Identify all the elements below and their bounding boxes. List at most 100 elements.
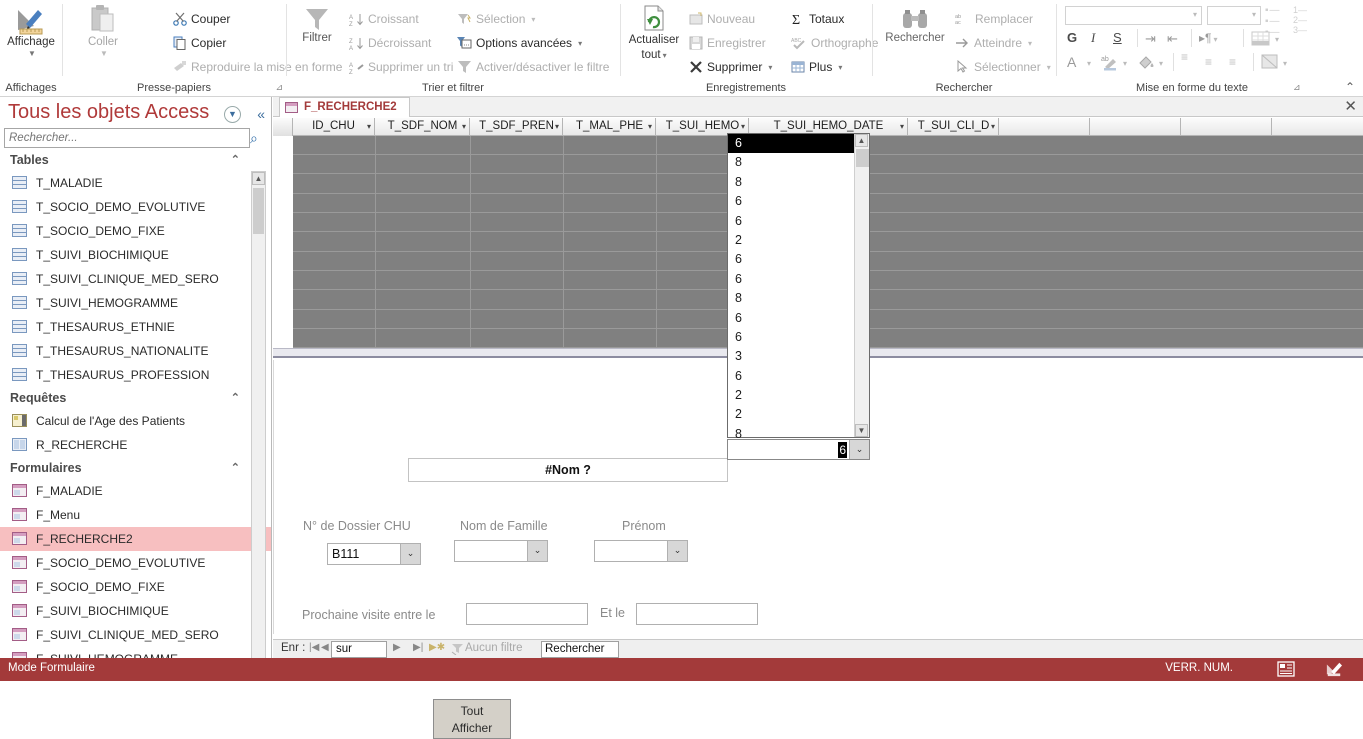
gridlines-icon[interactable] (1251, 31, 1271, 47)
dropdown-item[interactable]: 6 (728, 250, 856, 269)
chevron-down-icon[interactable]: ▾ (1123, 59, 1127, 68)
next-record-button[interactable]: ▶ (393, 642, 401, 653)
nav-item-f-recherche2[interactable]: F_RECHERCHE2 (0, 527, 271, 551)
bold-button[interactable]: G (1067, 30, 1077, 45)
chevron-down-icon[interactable]: ▾ (900, 118, 904, 135)
combo-dropdown-list[interactable]: 6886626686636228 ▲ ▼ (727, 133, 870, 441)
nav-item-f-socio-demo-fixe[interactable]: F_SOCIO_DEMO_FIXE (0, 575, 271, 599)
datasheet-column-header-t_sdf_nom[interactable]: T_SDF_NOM ▾ (376, 118, 470, 136)
collapse-navigation-pane-button[interactable]: « (257, 106, 265, 122)
chevron-down-icon[interactable]: ▾ (991, 118, 995, 135)
chevron-down-icon[interactable]: ▾ (578, 39, 582, 48)
combo-nom-famille[interactable]: ⌄ (454, 540, 548, 562)
nav-item-t-thesaurus-ethnie[interactable]: T_THESAURUS_ETHNIE (0, 315, 271, 339)
chevron-down-icon[interactable]: ▾ (555, 118, 559, 135)
nav-item-calcul-de-l-age-des-patients[interactable]: Calcul de l'Age des Patients (0, 409, 271, 433)
document-tab-f-recherche2[interactable]: F_RECHERCHE2 (279, 97, 410, 117)
increase-indent-icon[interactable]: ⇥ (1145, 31, 1156, 47)
nav-item-t-thesaurus-nationalite[interactable]: T_THESAURUS_NATIONALITE (0, 339, 271, 363)
chevron-down-icon[interactable]: ⌄ (667, 541, 687, 561)
filter-button[interactable]: Filtrer (287, 6, 347, 45)
totals-button[interactable]: Σ Totaux (791, 10, 844, 28)
nav-item-f-maladie[interactable]: F_MALADIE (0, 479, 271, 503)
nav-item-t-socio-demo-fixe[interactable]: T_SOCIO_DEMO_FIXE (0, 219, 271, 243)
chevron-down-icon[interactable]: ⌄ (849, 440, 869, 459)
text-direction-icon[interactable]: ▸¶ ▾ (1199, 31, 1217, 45)
dropdown-item[interactable]: 6 (728, 309, 856, 328)
record-number-input[interactable]: sur (331, 641, 387, 658)
clipboard-dialog-launcher[interactable]: ⊿ (275, 82, 283, 93)
replace-button[interactable]: ab ac Remplacer (955, 10, 1033, 28)
scroll-down-arrow[interactable]: ▼ (855, 424, 868, 437)
nav-group-header-tables[interactable]: Tables ⌃ (0, 149, 271, 171)
align-left-icon[interactable]: ≡ (1181, 51, 1188, 63)
toggle-filter-button[interactable]: Activer/désactiver le filtre (457, 58, 609, 76)
dropdown-item[interactable]: 2 (728, 405, 856, 424)
dropdown-item[interactable]: 6 (728, 192, 856, 211)
chevron-up-icon[interactable]: ⌃ (231, 387, 240, 409)
dropdown-item[interactable]: 6 (728, 367, 856, 386)
copy-button[interactable]: Copier (173, 34, 226, 52)
chevron-down-icon[interactable]: ▾ (648, 118, 652, 135)
sort-ascending-button[interactable]: A Z Croissant (349, 10, 419, 28)
dropdown-item[interactable]: 6 (728, 134, 856, 154)
chevron-down-icon[interactable]: ▾ (663, 51, 667, 60)
nav-item-t-suivi-clinique-med-sero[interactable]: T_SUIVI_CLINIQUE_MED_SERO (0, 267, 271, 291)
nav-item-f-menu[interactable]: F_Menu (0, 503, 271, 527)
chevron-down-icon[interactable]: ▾ (838, 63, 842, 72)
navigation-search-input[interactable] (4, 128, 250, 148)
datasheet-column-header-id_chu[interactable]: ID_CHU ▾ (293, 118, 375, 136)
close-icon[interactable]: ✕ (1344, 99, 1357, 114)
chevron-up-icon[interactable]: ⌃ (231, 149, 240, 171)
chevron-down-icon[interactable]: ▾ (1159, 59, 1163, 68)
nav-item-t-suivi-hemogramme[interactable]: T_SUIVI_HEMOGRAMME (0, 291, 271, 315)
nav-item-f-socio-demo-evolutive[interactable]: F_SOCIO_DEMO_EVOLUTIVE (0, 551, 271, 575)
datasheet-column-header-t_sdf_pren[interactable]: T_SDF_PREN ▾ (471, 118, 563, 136)
dropdown-item[interactable]: 2 (728, 386, 856, 405)
cut-button[interactable]: Couper (173, 10, 230, 28)
scroll-up-arrow[interactable]: ▲ (855, 134, 868, 147)
scrollbar-thumb[interactable] (856, 149, 869, 167)
combo-dossier-chu[interactable]: B111 ⌄ (327, 543, 421, 565)
numbered-list-icon[interactable]: 1— 2— 3— (1293, 5, 1307, 35)
dropdown-scrollbar[interactable]: ▲ ▼ (854, 134, 869, 437)
dropdown-item[interactable]: 6 (728, 270, 856, 289)
font-size-select[interactable]: ▾ (1207, 6, 1261, 25)
input-date-end[interactable] (636, 603, 758, 625)
chevron-down-icon[interactable]: ▾ (1283, 59, 1287, 68)
chevron-down-icon[interactable]: ▾ (367, 118, 371, 135)
dropdown-item[interactable]: 8 (728, 289, 856, 308)
goto-button[interactable]: Atteindre ▾ (955, 34, 1032, 52)
nav-item-t-suivi-biochimique[interactable]: T_SUIVI_BIOCHIMIQUE (0, 243, 271, 267)
refresh-all-button[interactable]: Actualiser tout ▾ (621, 4, 687, 62)
collapse-ribbon-button[interactable]: ⌃ (1345, 80, 1355, 94)
nav-group-header-formulaires[interactable]: Formulaires ⌃ (0, 457, 271, 479)
nav-item-r-recherche[interactable]: R_RECHERCHE (0, 433, 271, 457)
dropdown-item[interactable]: 6 (728, 328, 856, 347)
sort-descending-button[interactable]: Z A Décroissant (349, 34, 431, 52)
dropdown-item[interactable]: 6 (728, 212, 856, 231)
underline-button[interactable]: S (1113, 30, 1122, 45)
dropdown-item[interactable]: 3 (728, 347, 856, 366)
dropdown-item[interactable]: 8 (728, 153, 856, 172)
combo-hemogramme-input[interactable]: 6 ⌄ (727, 439, 870, 460)
scrollbar-thumb[interactable] (253, 188, 264, 234)
fill-color-icon[interactable] (1137, 53, 1155, 71)
chevron-down-icon[interactable]: ▾ (1087, 59, 1091, 68)
paste-button[interactable]: Coller ▼ (68, 4, 138, 58)
chevron-down-icon[interactable]: ▾ (531, 15, 535, 24)
nav-item-t-maladie[interactable]: T_MALADIE (0, 171, 271, 195)
dropdown-item[interactable]: 2 (728, 231, 856, 250)
chevron-down-icon[interactable]: ▾ (1275, 35, 1279, 44)
font-family-select[interactable]: ▾ (1065, 6, 1202, 25)
combo-prenom[interactable]: ⌄ (594, 540, 688, 562)
nav-item-f-suivi-biochimique[interactable]: F_SUIVI_BIOCHIMIQUE (0, 599, 271, 623)
input-date-start[interactable] (466, 603, 588, 625)
chevron-down-icon[interactable]: ▾ (1047, 63, 1051, 72)
first-record-button[interactable]: |◀ (309, 642, 319, 653)
chevron-down-icon[interactable]: ▾ (768, 63, 772, 72)
chevron-down-icon[interactable]: ⌄ (400, 544, 420, 564)
align-right-icon[interactable]: ≡ (1229, 55, 1236, 69)
decrease-indent-icon[interactable]: ⇤ (1167, 31, 1178, 47)
save-record-button[interactable]: Enregistrer (689, 34, 766, 52)
